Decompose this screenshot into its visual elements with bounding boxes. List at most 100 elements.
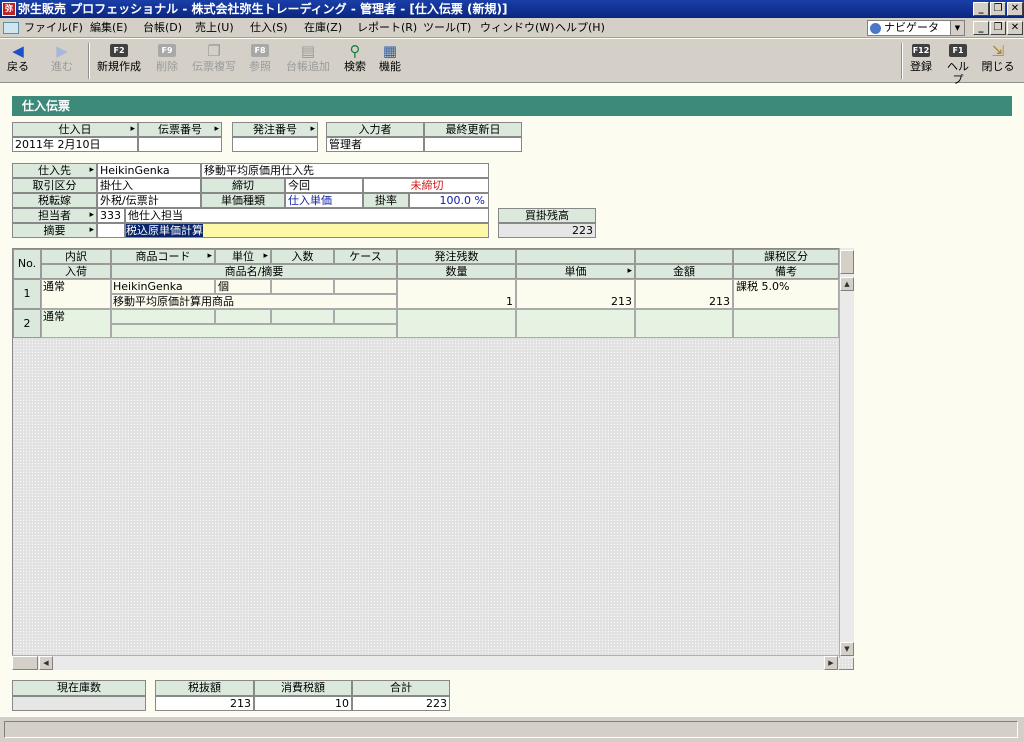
inputter-value: 管理者: [326, 137, 424, 152]
scroll-down-arrow-icon[interactable]: ▼: [840, 642, 854, 656]
menu-ledger[interactable]: 台帳(D): [143, 18, 182, 37]
row-quantity-cell[interactable]: [397, 309, 516, 338]
back-button[interactable]: ◀ 戻る: [4, 42, 32, 73]
document-icon[interactable]: [3, 22, 19, 34]
total-value: 223: [352, 696, 450, 711]
rate-field[interactable]: 100.0 %: [409, 193, 489, 208]
scroll-up-arrow-icon[interactable]: ▲: [840, 277, 854, 291]
col-unit-header[interactable]: 単位: [215, 249, 271, 264]
row-amount-cell[interactable]: [635, 309, 733, 338]
memo-code-field[interactable]: [97, 223, 125, 238]
row-product-name-cell[interactable]: [111, 324, 397, 338]
memo-field[interactable]: 税込原単価計算: [125, 223, 489, 238]
row-unit-price-cell[interactable]: [516, 309, 635, 338]
row-pack-qty-cell[interactable]: [271, 309, 334, 324]
col-blank-header-2: [635, 249, 733, 264]
minimize-button[interactable]: _: [973, 2, 989, 16]
vertical-scrollbar[interactable]: ▲ ▼: [839, 248, 854, 658]
row-tax-type-cell[interactable]: 課税 5.0%: [733, 279, 839, 309]
consumption-tax-value: 10: [254, 696, 352, 711]
col-product-code-header[interactable]: 商品コード: [111, 249, 215, 264]
form-title: 仕入伝票: [12, 96, 1012, 116]
scroll-thumb[interactable]: [12, 656, 38, 670]
staff-label[interactable]: 担当者: [12, 208, 97, 223]
search-button[interactable]: ⚲ 検索: [340, 42, 370, 73]
slip-number-field[interactable]: [138, 137, 222, 152]
new-button[interactable]: F2 新規作成: [94, 42, 144, 73]
rate-label: 掛率: [363, 193, 409, 208]
tax-transfer-field[interactable]: 外税/伝票計: [97, 193, 201, 208]
scroll-thumb[interactable]: [840, 250, 854, 274]
row-product-code-cell[interactable]: HeikinGenka: [111, 279, 215, 294]
supplier-label[interactable]: 仕入先: [12, 163, 97, 178]
forward-button[interactable]: ▶ 進む: [44, 42, 80, 73]
row-amount-cell[interactable]: 213: [635, 279, 733, 309]
inputter-label: 入力者: [326, 122, 424, 137]
scroll-right-arrow-icon[interactable]: ▶: [824, 656, 838, 670]
app-icon: 弥: [2, 2, 16, 16]
restore-button[interactable]: ❐: [990, 2, 1006, 16]
col-product-name-header: 商品名/摘要: [111, 264, 397, 279]
close-window-button[interactable]: ✕: [1007, 2, 1023, 16]
consumption-tax-label: 消費税額: [254, 680, 352, 696]
row-pack-qty-cell[interactable]: [271, 279, 334, 294]
menu-window[interactable]: ウィンドウ(W): [480, 18, 554, 37]
row-kind-cell[interactable]: 通常: [41, 309, 111, 338]
close-button[interactable]: ⇲ 閉じる: [980, 42, 1016, 73]
chevron-down-icon: ▼: [950, 21, 964, 35]
row-product-code-cell[interactable]: [111, 309, 215, 324]
col-tax-type-header: 課税区分: [733, 249, 839, 264]
mdi-close-button[interactable]: ✕: [1007, 21, 1023, 35]
delete-button[interactable]: F9 削除: [152, 42, 182, 73]
close-door-icon: ⇲: [991, 42, 1005, 60]
f9-key-icon: F9: [158, 44, 176, 57]
supplier-code-field[interactable]: HeikinGenka: [97, 163, 201, 178]
date-field[interactable]: 2011年 2月10日: [12, 137, 138, 152]
row-unit-cell[interactable]: [215, 309, 271, 324]
memo-label[interactable]: 摘要: [12, 223, 97, 238]
copy-slip-button[interactable]: ❐ 伝票複写: [188, 42, 240, 73]
trade-type-field[interactable]: 掛仕入: [97, 178, 201, 193]
price-type-field[interactable]: 仕入単価: [285, 193, 363, 208]
copy-icon: ❐: [207, 42, 221, 60]
col-breakdown-header: 内訳: [41, 249, 111, 264]
row-tax-type-cell[interactable]: [733, 309, 839, 338]
navigator-dropdown[interactable]: ナビゲータ ▼: [867, 20, 965, 36]
menu-sales[interactable]: 売上(U): [195, 18, 234, 37]
row-unit-price-cell[interactable]: 213: [516, 279, 635, 309]
slip-number-label[interactable]: 伝票番号: [138, 122, 222, 137]
col-remarks-header: 備考: [733, 264, 839, 279]
menu-edit[interactable]: 編集(E): [90, 18, 128, 37]
help-button[interactable]: F1 ヘルプ: [942, 42, 974, 86]
row-quantity-cell[interactable]: 1: [397, 279, 516, 309]
price-type-label: 単価種類: [201, 193, 285, 208]
date-label[interactable]: 仕入日: [12, 122, 138, 137]
function-button[interactable]: ▦ 機能: [375, 42, 405, 73]
row-case-cell[interactable]: [334, 279, 397, 294]
search-icon: ⚲: [349, 42, 361, 60]
row-kind-cell[interactable]: 通常: [41, 279, 111, 309]
staff-code-field[interactable]: 333: [97, 208, 125, 223]
cutoff-field[interactable]: 今回: [285, 178, 363, 193]
add-ledger-button[interactable]: ▤ 台帳追加: [282, 42, 334, 73]
horizontal-scrollbar[interactable]: ◀ ▶: [12, 655, 839, 670]
row-product-name-cell[interactable]: 移動平均原価計算用商品: [111, 294, 397, 309]
menu-help[interactable]: ヘルプ(H): [555, 18, 605, 37]
memo-selected-text: 税込原単価計算: [126, 224, 203, 237]
menu-inventory[interactable]: 在庫(Z): [304, 18, 342, 37]
order-number-label[interactable]: 発注番号: [232, 122, 318, 137]
order-number-field[interactable]: [232, 137, 318, 152]
menu-report[interactable]: レポート(R): [357, 18, 417, 37]
menu-tools[interactable]: ツール(T): [423, 18, 471, 37]
reference-button[interactable]: F8 参照: [246, 42, 274, 73]
mdi-minimize-button[interactable]: _: [973, 21, 989, 35]
menu-purchase[interactable]: 仕入(S): [250, 18, 288, 37]
row-unit-cell[interactable]: 個: [215, 279, 271, 294]
mdi-restore-button[interactable]: ❐: [990, 21, 1006, 35]
col-unit-price-header[interactable]: 単価: [516, 264, 635, 279]
register-button[interactable]: F12 登録: [906, 42, 936, 73]
scroll-left-arrow-icon[interactable]: ◀: [39, 656, 53, 670]
menu-file[interactable]: ファイル(F): [24, 18, 83, 37]
row-case-cell[interactable]: [334, 309, 397, 324]
window-title: 弥生販売 プロフェッショナル - 株式会社弥生トレーディング - 管理者 - […: [18, 2, 508, 16]
